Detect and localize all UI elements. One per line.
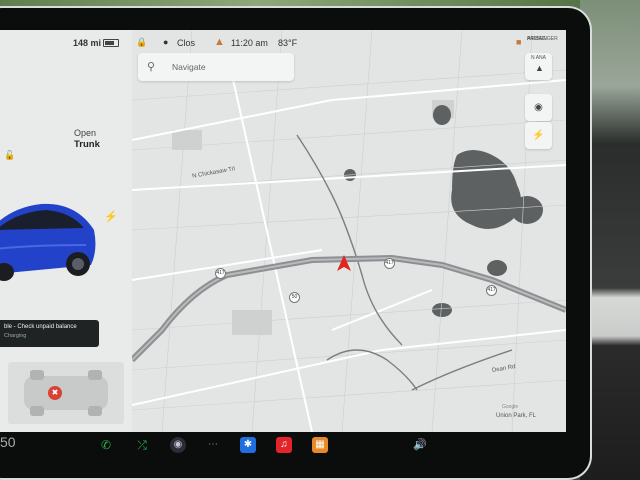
pin-button[interactable]: ◉ [525, 94, 552, 121]
highway-shield: 417 [215, 268, 226, 279]
notification-subtitle: Charging [4, 333, 27, 339]
highway-shield: 417 [384, 258, 395, 269]
charging-notification[interactable]: ble - Check unpaid balance Charging [0, 320, 99, 347]
outside-temperature: 83°F [278, 38, 298, 48]
spotify-shuffle-icon[interactable]: ⤮ [134, 437, 150, 453]
bluetooth-icon[interactable]: ✱ [240, 437, 256, 453]
compass-arrow-icon: ▲ [535, 63, 544, 73]
search-placeholder: Navigate [172, 62, 206, 72]
toybox-icon[interactable]: ▦ [312, 437, 328, 453]
range-readout: 148 mi [73, 38, 102, 48]
clock: 11:20 am [231, 38, 268, 48]
battery-icon [103, 39, 119, 47]
tire-pressure-card[interactable]: ✖ [8, 362, 124, 424]
map-location-label: Union Park, FL [496, 413, 537, 419]
alert-icon: ✖ [48, 386, 62, 400]
charge-port-icon[interactable]: ⚡ [104, 210, 118, 223]
touchscreen: ⚲ Navigate N ANA ▲ ◉ ⚡ N Chickasaw Trl D… [0, 30, 566, 432]
current-location-arrow-icon [337, 255, 351, 271]
open-trunk-button[interactable]: Open Trunk [74, 128, 100, 150]
status-bar: 148 mi 🔒 ● Clos ▲ 11:20 am 83°F ■ PASSEN… [0, 30, 566, 56]
compass-button[interactable]: N ANA ▲ [525, 53, 552, 80]
speed-readout: 50 [0, 434, 16, 450]
vehicle-panel: Open Trunk 🔓 ⚡ ble - Check unpaid balanc… [0, 30, 132, 432]
trunk-label: Trunk [74, 139, 100, 150]
notification-title: ble - Check unpaid balance [4, 324, 77, 330]
driver-profile-name[interactable]: Clos [177, 38, 195, 48]
navigate-search-bar[interactable]: ⚲ Navigate [138, 53, 294, 81]
camera-icon[interactable]: ◉ [170, 437, 186, 453]
trunk-open-label: Open [74, 128, 97, 138]
lock-icon[interactable]: 🔒 [136, 37, 147, 47]
charging-bolt-icon: ⚡ [532, 130, 545, 141]
phone-icon[interactable]: ✆ [98, 437, 114, 453]
map-pin-icon: ◉ [534, 102, 543, 113]
more-apps-icon[interactable]: ⋯ [205, 437, 221, 453]
sentry-mode-icon[interactable]: ▲ [214, 36, 225, 48]
bottom-dock: ✆ ⤮ ◉ ⋯ ✱ ♫ ▦ 🔊 [0, 432, 566, 460]
superchargers-button[interactable]: ⚡ [525, 122, 552, 149]
airbag-line2: AIRBAG [527, 36, 546, 42]
volume-icon[interactable]: 🔊 [412, 437, 428, 453]
highway-shield: 50 [289, 292, 300, 303]
highway-shield: 417 [486, 285, 497, 296]
passenger-airbag-icon: ■ [516, 37, 522, 47]
driver-profile-icon[interactable]: ● [163, 37, 168, 47]
car-top-view [24, 370, 108, 416]
search-icon: ⚲ [147, 61, 156, 73]
map-attribution: Google [502, 404, 519, 410]
car-render [0, 203, 96, 281]
navigation-map[interactable]: ⚲ Navigate N ANA ▲ ◉ ⚡ N Chickasaw Trl D… [132, 30, 566, 432]
frunk-lock-icon[interactable]: 🔓 [4, 150, 15, 161]
music-icon[interactable]: ♫ [276, 437, 292, 453]
